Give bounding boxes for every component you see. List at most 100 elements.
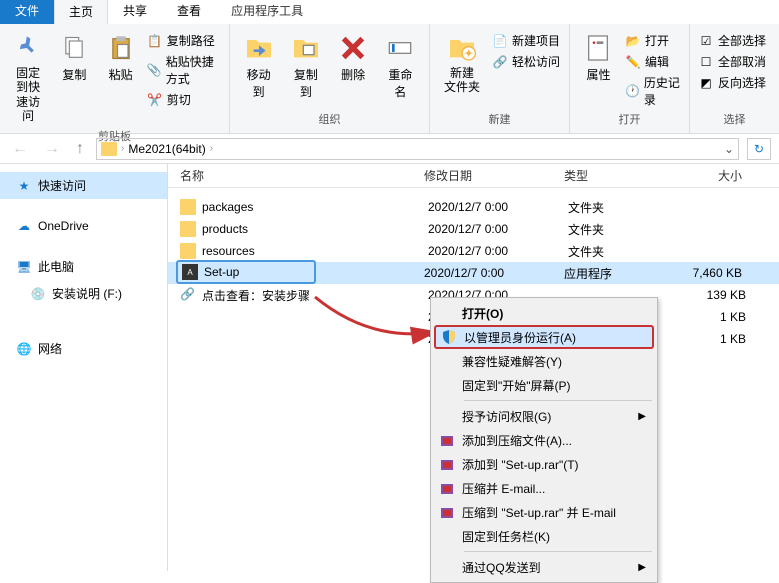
pc-icon: 🖥 <box>16 259 32 275</box>
address-bar: ← → ↑ › Me2021(64bit) › ⌄ ↻ <box>0 134 779 164</box>
easy-access-button[interactable]: 🔗轻松访问 <box>492 53 560 70</box>
winrar-icon <box>438 431 456 449</box>
chevron-right-icon: ▶ <box>638 411 646 422</box>
sidebar-this-pc[interactable]: 🖥 此电脑 <box>0 253 167 280</box>
folder-icon <box>180 199 196 215</box>
winrar-icon <box>438 503 456 521</box>
ribbon-group-label: 选择 <box>698 111 771 129</box>
select-all-button[interactable]: ☑全部选择 <box>698 32 766 49</box>
pin-to-quick-access-button[interactable]: 固定到快 速访问 <box>8 28 48 128</box>
open-button[interactable]: 📂打开 <box>625 32 681 49</box>
delete-x-icon <box>337 32 369 64</box>
copy-button[interactable]: 复制 <box>54 28 94 87</box>
svg-text:✦: ✦ <box>464 46 474 60</box>
sidebar-network[interactable]: 🌐 网络 <box>0 335 167 362</box>
new-folder-icon: ✦ <box>446 32 478 64</box>
shortcut-icon: 📎 <box>147 62 162 78</box>
tab-share[interactable]: 共享 <box>108 0 162 24</box>
tab-file[interactable]: 文件 <box>0 0 54 24</box>
new-item-button[interactable]: 📄新建项目 <box>492 32 560 49</box>
pin-icon <box>12 32 44 64</box>
invert-selection-button[interactable]: ◩反向选择 <box>698 74 766 91</box>
menu-pin-taskbar[interactable]: 固定到任务栏(K) <box>434 524 654 548</box>
sidebar: ★ 快速访问 ☁ OneDrive 🖥 此电脑 💿 安装说明 (F:) 🌐 网络 <box>0 164 168 571</box>
column-size[interactable]: 大小 <box>674 167 754 184</box>
blank-icon <box>438 376 456 394</box>
ribbon-group-label: 新建 <box>438 111 561 129</box>
new-folder-button[interactable]: ✦ 新建 文件夹 <box>438 28 486 99</box>
tab-app-tools[interactable]: 应用程序工具 <box>216 0 318 24</box>
select-none-button[interactable]: ☐全部取消 <box>698 53 766 70</box>
menu-send-qq[interactable]: 通过QQ发送到 ▶ <box>434 555 654 579</box>
menu-open[interactable]: 打开(O) <box>434 301 654 325</box>
file-icon <box>180 331 196 347</box>
copy-to-icon <box>290 32 322 64</box>
breadcrumb[interactable]: › Me2021(64bit) › ⌄ <box>96 138 739 160</box>
easy-access-icon: 🔗 <box>492 54 508 70</box>
rename-button[interactable]: 重命名 <box>380 28 421 104</box>
path-icon: 📋 <box>147 33 163 49</box>
column-type[interactable]: 类型 <box>564 167 674 184</box>
sidebar-quick-access[interactable]: ★ 快速访问 <box>0 172 167 199</box>
column-date[interactable]: 修改日期 <box>424 167 564 184</box>
menu-compress-setup-email[interactable]: 压缩到 "Set-up.rar" 并 E-mail <box>434 500 654 524</box>
file-row[interactable]: packages 2020/12/7 0:00 文件夹 <box>168 196 779 218</box>
folder-icon <box>180 243 196 259</box>
move-icon <box>243 32 275 64</box>
column-name[interactable]: 名称 <box>168 167 424 184</box>
sidebar-onedrive[interactable]: ☁ OneDrive <box>0 213 167 239</box>
ribbon-group-label: 打开 <box>578 111 681 129</box>
menu-pin-start[interactable]: 固定到"开始"屏幕(P) <box>434 373 654 397</box>
paste-icon <box>105 32 137 64</box>
menu-run-as-admin[interactable]: 以管理员身份运行(A) <box>434 325 654 349</box>
tab-home[interactable]: 主页 <box>54 0 108 24</box>
paste-button[interactable]: 粘贴 <box>101 28 141 87</box>
ribbon-group-clipboard: 固定到快 速访问 复制 粘贴 📋复制路径 📎粘贴快捷方式 ✂️剪切 剪贴板 <box>0 24 230 133</box>
breadcrumb-segment[interactable]: Me2021(64bit) <box>128 142 205 156</box>
chevron-down-icon[interactable]: ⌄ <box>724 142 734 156</box>
up-button[interactable]: ↑ <box>72 140 88 158</box>
copy-to-button[interactable]: 复制到 <box>285 28 326 104</box>
scissors-icon: ✂️ <box>147 92 163 108</box>
properties-button[interactable]: 属性 <box>578 28 619 87</box>
ribbon-group-organize: 移动到 复制到 删除 重命名 组织 <box>230 24 430 133</box>
move-to-button[interactable]: 移动到 <box>238 28 279 104</box>
blank-icon <box>438 304 456 322</box>
tab-view[interactable]: 查看 <box>162 0 216 24</box>
file-row-selected[interactable]: A Set-up <box>176 260 316 284</box>
back-button[interactable]: ← <box>8 140 32 158</box>
shield-icon <box>440 328 458 346</box>
menu-add-setup-rar[interactable]: 添加到 "Set-up.rar"(T) <box>434 452 654 476</box>
copy-path-button[interactable]: 📋复制路径 <box>147 32 221 49</box>
file-row[interactable]: resources 2020/12/7 0:00 文件夹 <box>168 240 779 262</box>
edit-button[interactable]: ✏️编辑 <box>625 53 681 70</box>
paste-shortcut-button[interactable]: 📎粘贴快捷方式 <box>147 53 221 87</box>
menu-compat-troubleshoot[interactable]: 兼容性疑难解答(Y) <box>434 349 654 373</box>
delete-button[interactable]: 删除 <box>333 28 374 87</box>
cut-button[interactable]: ✂️剪切 <box>147 91 221 108</box>
ribbon: 固定到快 速访问 复制 粘贴 📋复制路径 📎粘贴快捷方式 ✂️剪切 剪贴板 移动… <box>0 24 779 134</box>
ribbon-group-new: ✦ 新建 文件夹 📄新建项目 🔗轻松访问 新建 <box>430 24 570 133</box>
menu-grant-access[interactable]: 授予访问权限(G) ▶ <box>434 404 654 428</box>
refresh-button[interactable]: ↻ <box>747 138 771 160</box>
folder-icon <box>180 221 196 237</box>
tab-bar: 文件 主页 共享 查看 应用程序工具 <box>0 0 779 24</box>
history-button[interactable]: 🕐历史记录 <box>625 74 681 108</box>
ribbon-group-select: ☑全部选择 ☐全部取消 ◩反向选择 选择 <box>690 24 779 133</box>
blank-icon <box>438 352 456 370</box>
chevron-right-icon: › <box>121 143 124 154</box>
forward-button[interactable]: → <box>40 140 64 158</box>
new-item-icon: 📄 <box>492 33 508 49</box>
menu-separator <box>464 400 652 401</box>
network-icon: 🌐 <box>16 341 32 357</box>
menu-add-archive[interactable]: 添加到压缩文件(A)... <box>434 428 654 452</box>
file-icon <box>180 309 196 325</box>
sidebar-install-guide[interactable]: 💿 安装说明 (F:) <box>0 280 167 307</box>
menu-compress-email[interactable]: 压缩并 E-mail... <box>434 476 654 500</box>
blank-icon <box>438 558 456 576</box>
history-icon: 🕐 <box>625 83 640 99</box>
file-row[interactable]: products 2020/12/7 0:00 文件夹 <box>168 218 779 240</box>
blank-icon <box>438 407 456 425</box>
blank-icon <box>438 527 456 545</box>
ribbon-group-open: 属性 📂打开 ✏️编辑 🕐历史记录 打开 <box>570 24 690 133</box>
